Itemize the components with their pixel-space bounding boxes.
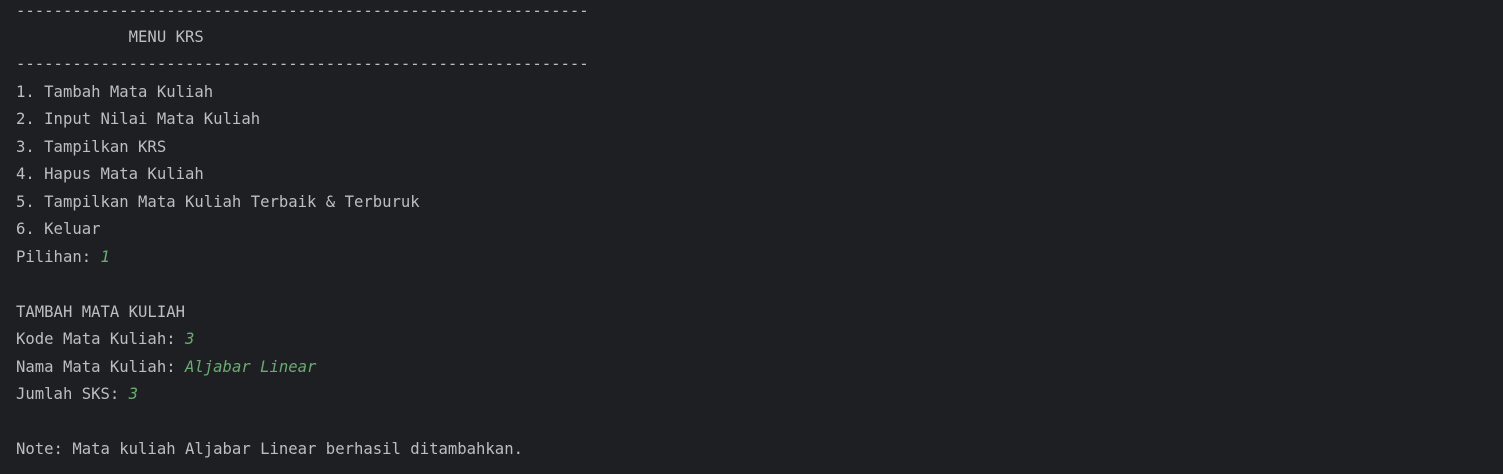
user-input-sks: 3 — [128, 385, 139, 403]
separator-bottom: ----------------------------------------… — [16, 55, 589, 73]
prompt-sks: Jumlah SKS: 3 — [16, 385, 139, 403]
user-input-kode: 3 — [185, 330, 195, 348]
user-input-pilihan: 1 — [100, 247, 110, 266]
menu-item-hapus: 4. Hapus Mata Kuliah — [16, 165, 204, 183]
separator-top: ----------------------------------------… — [16, 2, 589, 20]
menu-item-keluar: 6. Keluar — [16, 220, 101, 238]
menu-item-tambah: 1. Tambah Mata Kuliah — [16, 82, 214, 101]
menu-item-tampilkan-krs: 3. Tampilkan KRS — [16, 137, 167, 156]
note-message: Note: Mata kuliah Aljabar Linear berhasi… — [16, 440, 523, 458]
user-input-nama: Aljabar Linear — [185, 357, 317, 376]
prompt-nama: Nama Mata Kuliah: Aljabar Linear — [16, 357, 317, 376]
prompt-pilihan: Pilihan: 1 — [16, 247, 110, 266]
console-output[interactable]: ----------------------------------------… — [0, 0, 1503, 474]
prompt-kode: Kode Mata Kuliah: 3 — [16, 330, 195, 348]
menu-item-terbaik-terburuk: 5. Tampilkan Mata Kuliah Terbaik & Terbu… — [16, 192, 420, 211]
section-title-tambah: TAMBAH MATA KULIAH — [16, 302, 185, 321]
menu-title: MENU KRS — [16, 28, 204, 46]
menu-item-input-nilai: 2. Input Nilai Mata Kuliah — [16, 110, 261, 128]
